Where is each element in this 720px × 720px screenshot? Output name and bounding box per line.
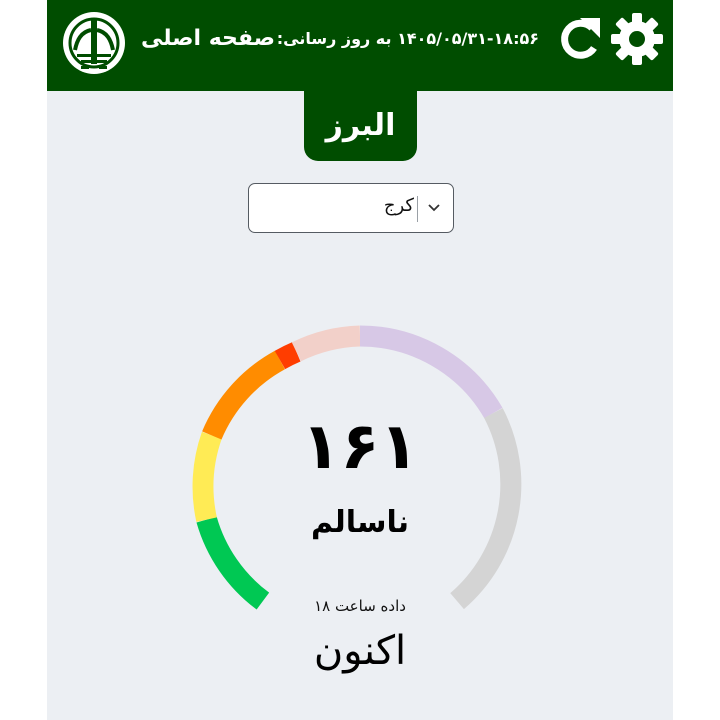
gauge-segment-very-unhealthy (291, 325, 361, 362)
gauge-segment-remaining (450, 408, 522, 610)
gauge-segment-moderate (192, 431, 222, 522)
gauge-segment-hazardous (359, 325, 503, 419)
now-label: اکنون (313, 628, 407, 674)
gauge-segment-unhealthy (274, 342, 301, 370)
gauge-segment-good (196, 516, 270, 610)
aqi-value: ۱۶۱ (301, 410, 419, 484)
data-hour-label: داده ساعت ۱۸ (314, 597, 406, 615)
aqi-status: ناسالم (310, 505, 410, 540)
app-screen: صفحه اصلی ۱۴۰۵/۰۵/۳۱-۱۸:۵۶ به روز رسانی:… (47, 0, 673, 720)
